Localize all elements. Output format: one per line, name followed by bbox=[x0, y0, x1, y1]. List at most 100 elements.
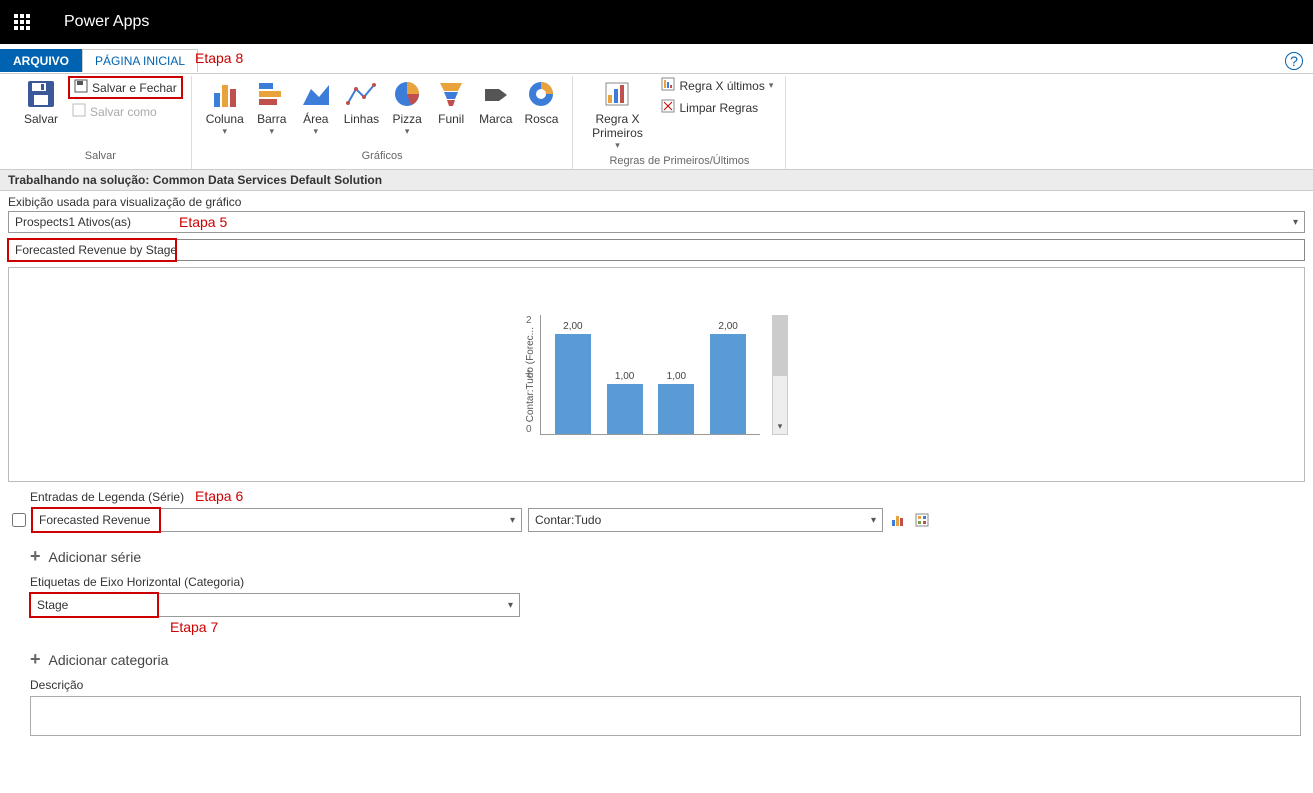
add-category-button[interactable]: + Adicionar categoria bbox=[30, 649, 1305, 670]
annotation-etapa-7: Etapa 7 bbox=[170, 619, 1305, 635]
column-label: Coluna bbox=[206, 112, 244, 126]
scroll-down-icon[interactable]: ▾ bbox=[773, 420, 787, 434]
bottom-rule-label: Regra X últimos bbox=[679, 79, 764, 93]
save-close-label: Salvar e Fechar bbox=[92, 81, 177, 95]
bar-label: Barra bbox=[257, 112, 286, 126]
chevron-down-icon: ▾ bbox=[1293, 217, 1298, 228]
bar bbox=[555, 334, 591, 434]
chart-scrollbar[interactable]: ▾ bbox=[772, 315, 788, 435]
clear-rules-icon bbox=[661, 99, 675, 116]
app-header: Power Apps bbox=[0, 0, 1313, 44]
bottom-rule-icon bbox=[661, 77, 675, 94]
view-selector[interactable]: Prospects1 Ativos(as) Etapa 5 ▾ bbox=[8, 211, 1305, 233]
chart-column-button[interactable]: Coluna▾ bbox=[200, 76, 250, 139]
save-as-icon bbox=[72, 103, 86, 120]
chart-doughnut-button[interactable]: Rosca bbox=[518, 76, 564, 128]
chart-plot: 2,00 1,00 1,00 2,00 bbox=[540, 315, 760, 435]
help-icon[interactable]: ? bbox=[1285, 52, 1303, 70]
solution-bar: Trabalhando na solução: Common Data Serv… bbox=[0, 170, 1313, 191]
aggregate-dropdown[interactable]: Contar:Tudo ▾ bbox=[528, 508, 883, 532]
chart-bar: 1,00 bbox=[656, 371, 696, 434]
tab-arquivo[interactable]: ARQUIVO bbox=[0, 49, 82, 72]
chart-bar: 1,00 bbox=[605, 371, 645, 434]
add-series-label: Adicionar série bbox=[49, 549, 142, 565]
chart-type-icon[interactable] bbox=[889, 511, 907, 529]
bar bbox=[658, 384, 694, 434]
top-rule-icon bbox=[601, 78, 633, 110]
chart-area-button[interactable]: Área▾ bbox=[294, 76, 338, 139]
series-field-dropdown[interactable]: Forecasted Revenue ▾ bbox=[32, 508, 522, 532]
chart-line-button[interactable]: Linhas bbox=[338, 76, 385, 128]
save-as-label: Salvar como bbox=[90, 105, 157, 119]
annotation-etapa-6: Etapa 6 bbox=[195, 488, 243, 504]
save-and-close-button[interactable]: Salvar e Fechar bbox=[68, 76, 183, 99]
chart-pie-button[interactable]: Pizza▾ bbox=[385, 76, 429, 139]
clear-rules-label: Limpar Regras bbox=[679, 101, 758, 115]
column-chart-icon bbox=[209, 78, 241, 110]
chart-bar: 2,00 bbox=[553, 321, 593, 434]
doughnut-chart-icon bbox=[525, 78, 557, 110]
ribbon-group-graficos: Coluna▾ Barra▾ Área▾ Linhas Pizza▾ Funil bbox=[192, 76, 574, 169]
annotation-etapa-8: Etapa 8 bbox=[195, 50, 243, 66]
ribbon-group-regras-label: Regras de Primeiros/Últimos bbox=[581, 153, 777, 169]
plus-icon: + bbox=[30, 546, 41, 567]
tag-chart-icon bbox=[480, 78, 512, 110]
chart-bar: 2,00 bbox=[708, 321, 748, 434]
view-value: Prospects1 Ativos(as) bbox=[15, 215, 131, 229]
chart-tag-button[interactable]: Marca bbox=[473, 76, 518, 128]
top-rule-label: Regra X Primeiros bbox=[587, 112, 647, 140]
ytick: 0 bbox=[526, 424, 532, 435]
ytick: 1 bbox=[526, 369, 532, 380]
save-as-button: Salvar como bbox=[68, 102, 183, 121]
add-series-button[interactable]: + Adicionar série bbox=[30, 546, 1305, 567]
bar-value-label: 1,00 bbox=[615, 371, 634, 382]
chevron-down-icon: ▾ bbox=[508, 600, 513, 611]
category-field-dropdown[interactable]: Stage ▾ bbox=[30, 593, 520, 617]
bar bbox=[607, 384, 643, 434]
ribbon-tabs: ARQUIVO PÁGINA INICIAL Etapa 8 ? bbox=[0, 48, 1313, 74]
ytick: 2 bbox=[526, 315, 532, 326]
bar bbox=[710, 334, 746, 434]
tag-label: Marca bbox=[479, 112, 512, 126]
edit-series-icon[interactable] bbox=[913, 511, 931, 529]
clear-rules-button[interactable]: Limpar Regras bbox=[657, 98, 777, 117]
bar-value-label: 1,00 bbox=[667, 371, 686, 382]
chart-name-input[interactable]: Forecasted Revenue by Stage bbox=[8, 239, 1305, 261]
series-checkbox[interactable] bbox=[12, 513, 26, 527]
save-button[interactable]: Salvar bbox=[18, 76, 64, 128]
line-chart-icon bbox=[345, 78, 377, 110]
line-label: Linhas bbox=[344, 112, 379, 126]
area-chart-icon bbox=[300, 78, 332, 110]
bar-value-label: 2,00 bbox=[718, 321, 737, 332]
chart-preview: Contar:Tudo (Forec... 2 1 0 2,001,001,00… bbox=[8, 267, 1305, 482]
chart-yticks: 2 1 0 bbox=[526, 315, 532, 435]
app-launcher-icon[interactable] bbox=[0, 0, 44, 44]
view-label: Exibição usada para visualização de gráf… bbox=[0, 191, 1313, 211]
area-label: Área bbox=[303, 112, 328, 126]
ribbon: Salvar Salvar e Fechar Salvar como Salva… bbox=[0, 74, 1313, 170]
bottom-x-rule-button[interactable]: Regra X últimos▾ bbox=[657, 76, 777, 95]
scrollbar-thumb[interactable] bbox=[773, 316, 787, 376]
agg-value: Contar:Tudo bbox=[535, 513, 601, 527]
top-x-rule-button[interactable]: Regra X Primeiros▾ bbox=[581, 76, 653, 153]
category-section-label: Etiquetas de Eixo Horizontal (Categoria) bbox=[30, 575, 1305, 589]
pie-chart-icon bbox=[391, 78, 423, 110]
description-textarea[interactable] bbox=[30, 696, 1301, 736]
pie-label: Pizza bbox=[392, 112, 421, 126]
category-value: Stage bbox=[37, 598, 68, 612]
chevron-down-icon: ▾ bbox=[871, 515, 876, 526]
app-title: Power Apps bbox=[64, 13, 149, 31]
add-category-label: Adicionar categoria bbox=[49, 652, 169, 668]
tab-pagina-inicial[interactable]: PÁGINA INICIAL bbox=[82, 49, 198, 72]
funnel-chart-icon bbox=[435, 78, 467, 110]
chart-name-value: Forecasted Revenue by Stage bbox=[15, 243, 177, 257]
description-label: Descrição bbox=[30, 678, 1305, 692]
chart-bar-button[interactable]: Barra▾ bbox=[250, 76, 294, 139]
series-value: Forecasted Revenue bbox=[39, 513, 150, 527]
chart-funnel-button[interactable]: Funil bbox=[429, 76, 473, 128]
annotation-etapa-5: Etapa 5 bbox=[179, 214, 227, 230]
save-icon bbox=[25, 78, 57, 110]
doughnut-label: Rosca bbox=[524, 112, 558, 126]
ribbon-group-regras: Regra X Primeiros▾ Regra X últimos▾ Limp… bbox=[573, 76, 786, 169]
ribbon-group-salvar: Salvar Salvar e Fechar Salvar como Salva… bbox=[10, 76, 192, 169]
